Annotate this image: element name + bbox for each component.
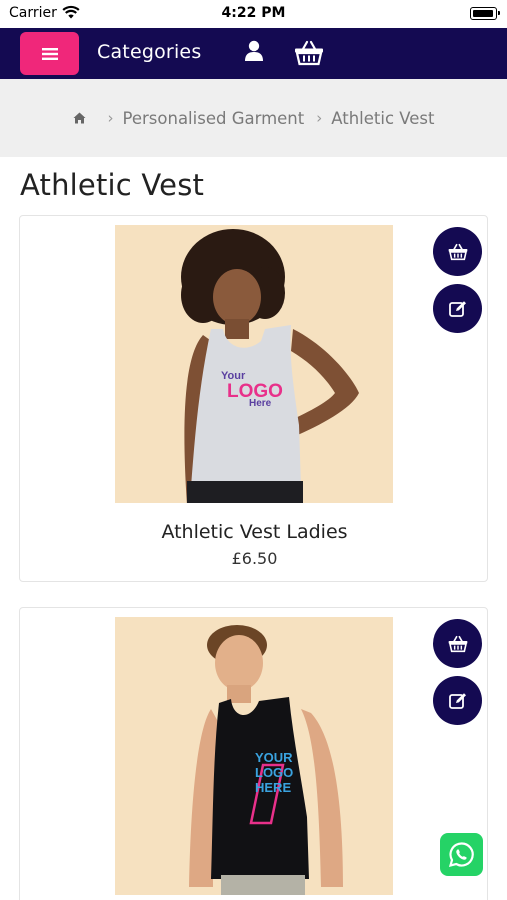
customise-button[interactable]	[433, 676, 482, 725]
basket-icon[interactable]	[294, 40, 324, 66]
breadcrumb: › Personalised Garment › Athletic Vest	[0, 79, 507, 157]
customise-button[interactable]	[433, 284, 482, 333]
basket-icon	[448, 635, 467, 652]
product-name[interactable]: Athletic Vest Ladies	[20, 521, 489, 543]
print-text-logo: LOGO	[255, 765, 293, 780]
edit-icon	[448, 300, 466, 317]
menu-button[interactable]	[20, 32, 79, 75]
breadcrumb-item-personalised-garment[interactable]: Personalised Garment	[123, 109, 305, 128]
print-text-your: YOUR	[255, 750, 293, 765]
menu-icon	[41, 47, 58, 60]
status-time: 4:22 PM	[221, 5, 286, 21]
product-card[interactable]: Your LOGO Here Athletic Vest Ladies £6.5…	[19, 215, 488, 582]
home-icon[interactable]	[73, 112, 86, 124]
product-price: £6.50	[231, 549, 278, 568]
print-text-here: Here	[249, 398, 272, 409]
user-icon[interactable]	[244, 40, 264, 62]
product-image[interactable]: YOUR LOGO HERE	[115, 617, 393, 895]
model-man-tank-photo: YOUR LOGO HERE	[115, 617, 393, 895]
page-title: Athletic Vest	[20, 168, 205, 202]
model-woman-tank-photo: Your LOGO Here	[115, 225, 393, 503]
add-to-basket-button[interactable]	[433, 227, 482, 276]
app-header: Categories	[0, 28, 507, 79]
edit-icon	[448, 692, 466, 709]
breadcrumb-separator: ›	[316, 109, 323, 127]
add-to-basket-button[interactable]	[433, 619, 482, 668]
breadcrumb-separator: ›	[107, 109, 114, 127]
print-text-here: HERE	[255, 780, 291, 795]
battery-icon	[470, 7, 500, 20]
basket-icon	[448, 243, 467, 260]
categories-link[interactable]: Categories	[97, 41, 201, 63]
product-image[interactable]: Your LOGO Here	[115, 225, 393, 503]
product-card[interactable]: YOUR LOGO HERE	[19, 607, 488, 900]
status-bar: Carrier 4:22 PM	[0, 0, 507, 28]
breadcrumb-item-athletic-vest: Athletic Vest	[331, 108, 435, 128]
whatsapp-icon	[448, 842, 474, 868]
whatsapp-button[interactable]	[440, 833, 483, 876]
